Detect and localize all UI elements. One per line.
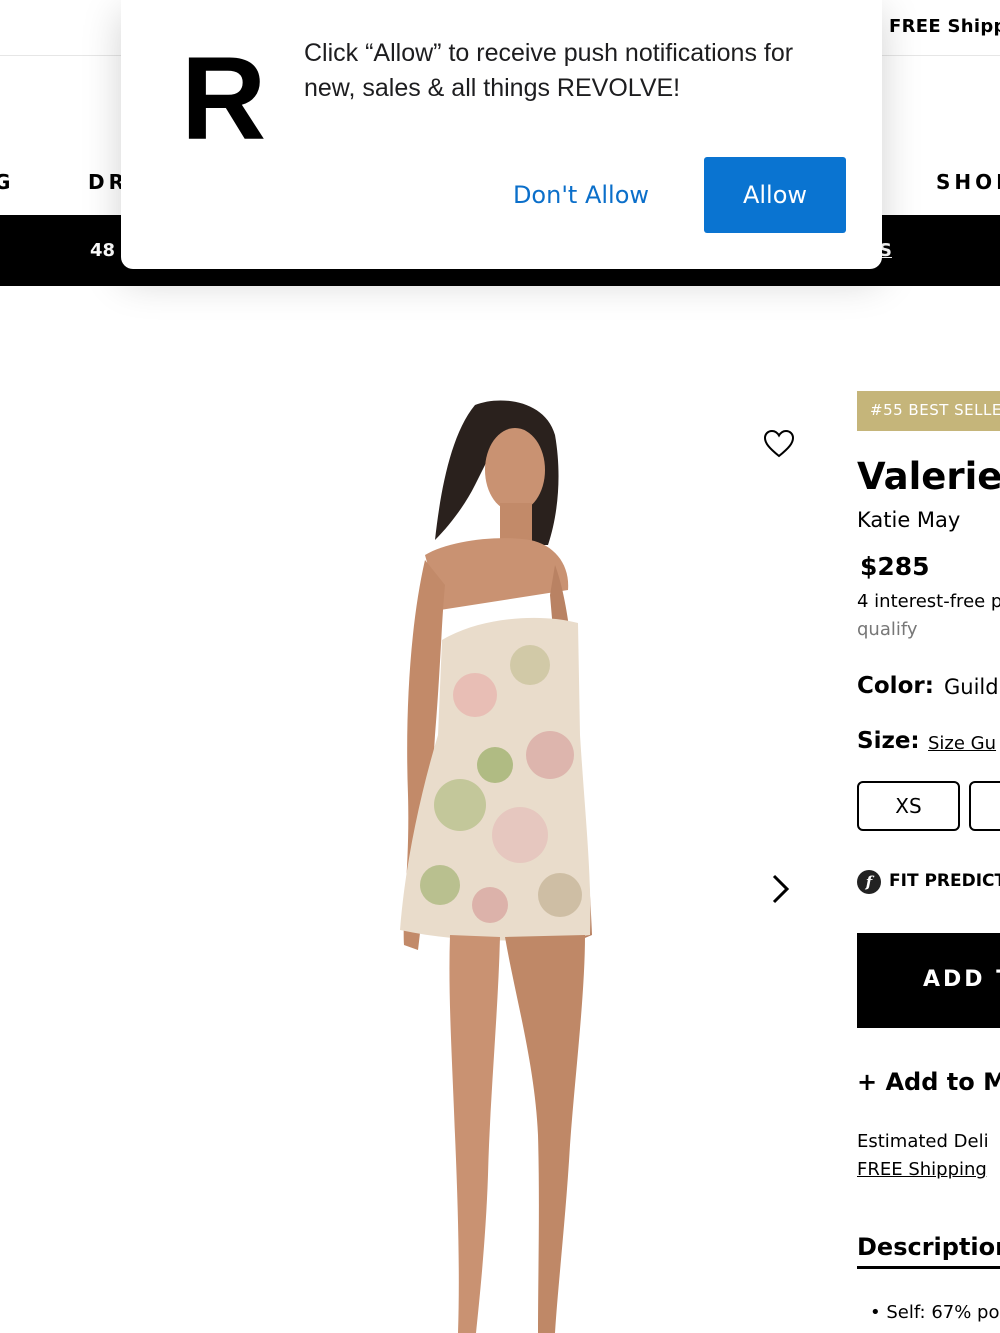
color-value: Guild <box>944 675 999 699</box>
fit-predictor-icon: f <box>857 870 881 894</box>
size-option-xs[interactable]: XS <box>857 781 960 831</box>
chevron-right-icon[interactable] <box>768 872 794 906</box>
promo-text: 48 <box>90 240 116 261</box>
product-image[interactable] <box>380 395 620 1333</box>
free-shipping-link[interactable]: FREE Shipping <box>857 1159 987 1180</box>
size-label: Size: <box>857 728 920 754</box>
model-leg-left <box>449 935 500 1333</box>
model-shoulders <box>425 538 569 610</box>
best-seller-badge-text: #55 BEST SELLE <box>870 401 1000 419</box>
dont-allow-button[interactable]: Don't Allow <box>501 158 661 232</box>
size-option-next[interactable] <box>969 781 1000 831</box>
estimated-delivery-text: Estimated Deli <box>857 1131 989 1152</box>
nav-item-g[interactable]: G <box>0 170 14 194</box>
installments-text: 4 interest-free p <box>857 591 1000 612</box>
free-shipping-banner[interactable]: FREE Shipp <box>889 16 1000 37</box>
allow-button[interactable]: Allow <box>704 157 846 233</box>
add-to-bag-label[interactable]: ADD T <box>923 967 1000 992</box>
product-title: Valerie I <box>857 455 1000 498</box>
revolve-logo: R <box>181 33 267 165</box>
product-brand[interactable]: Katie May <box>857 508 960 532</box>
size-guide-link[interactable]: Size Gu <box>928 733 996 754</box>
description-underline <box>857 1266 1000 1269</box>
model-face <box>485 428 545 512</box>
heart-icon[interactable] <box>763 428 795 460</box>
nav-item-shop[interactable]: SHOP <box>936 170 1000 194</box>
dialog-message: Click “Allow” to receive push notificati… <box>304 39 794 102</box>
fit-predictor-link[interactable]: FIT PREDICTO <box>889 871 1000 891</box>
push-notification-dialog: R Click “Allow” to receive push notifica… <box>121 0 882 269</box>
product-price: $285 <box>860 552 930 581</box>
qualify-text: qualify <box>857 619 918 640</box>
description-heading[interactable]: Description <box>857 1233 1000 1261</box>
add-to-list-link[interactable]: + Add to My <box>857 1068 1000 1096</box>
color-label: Color: <box>857 673 934 699</box>
model-leg-right <box>505 935 585 1333</box>
description-bullet: • Self: 67% pol <box>870 1302 1000 1323</box>
description-bullet-text: Self: 67% pol <box>886 1302 1000 1323</box>
